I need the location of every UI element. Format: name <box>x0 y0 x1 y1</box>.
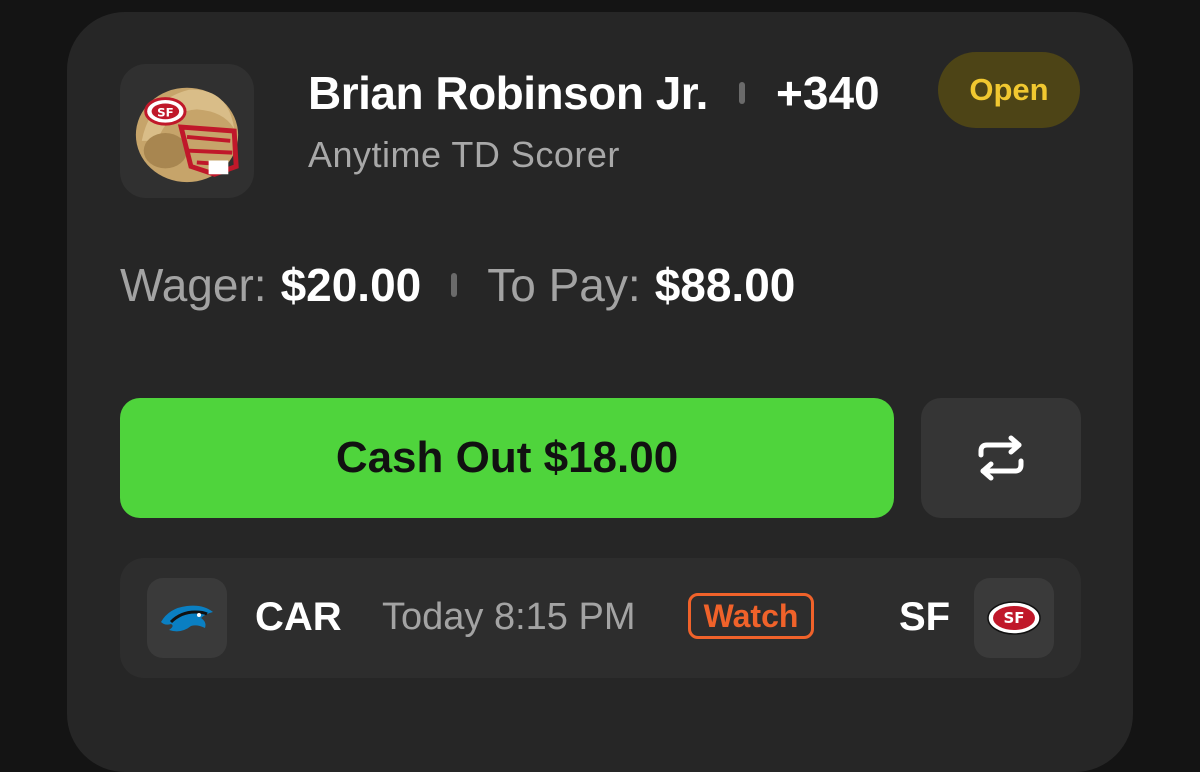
game-time: Today 8:15 PM <box>382 596 636 638</box>
home-team: SF <box>899 595 951 639</box>
game-info-bar: CAR Today 8:15 PM Watch SF SF <box>120 558 1081 678</box>
separator <box>739 82 745 104</box>
bet-market: Anytime TD Scorer <box>308 134 620 175</box>
player-name: Brian Robinson Jr. <box>308 67 708 119</box>
49ers-logo: SF <box>987 601 1041 635</box>
to-pay-label: To Pay: <box>487 259 641 311</box>
repeat-bet-button[interactable] <box>921 398 1081 518</box>
cash-out-button[interactable]: Cash Out $18.00 <box>120 398 894 518</box>
away-team: CAR <box>255 595 342 639</box>
player-team-helmet-tile: SF <box>120 64 254 198</box>
svg-text:SF: SF <box>157 105 174 119</box>
panthers-logo <box>161 605 213 632</box>
wager-value: $20.00 <box>280 259 422 311</box>
status-badge: Open <box>938 52 1080 128</box>
wager-label: Wager: <box>120 259 267 311</box>
bet-odds: +340 <box>776 67 880 119</box>
home-team-logo-tile: SF <box>974 578 1054 658</box>
49ers-helmet-icon: SF <box>135 87 239 183</box>
wager-summary: Wager: $20.00 To Pay: $88.00 <box>120 258 795 312</box>
away-team-logo-tile <box>147 578 227 658</box>
watch-button[interactable]: Watch <box>688 593 814 639</box>
svg-text:SF: SF <box>1003 609 1024 627</box>
to-pay-value: $88.00 <box>654 259 796 311</box>
repeat-icon <box>978 435 1024 481</box>
separator <box>451 273 458 297</box>
